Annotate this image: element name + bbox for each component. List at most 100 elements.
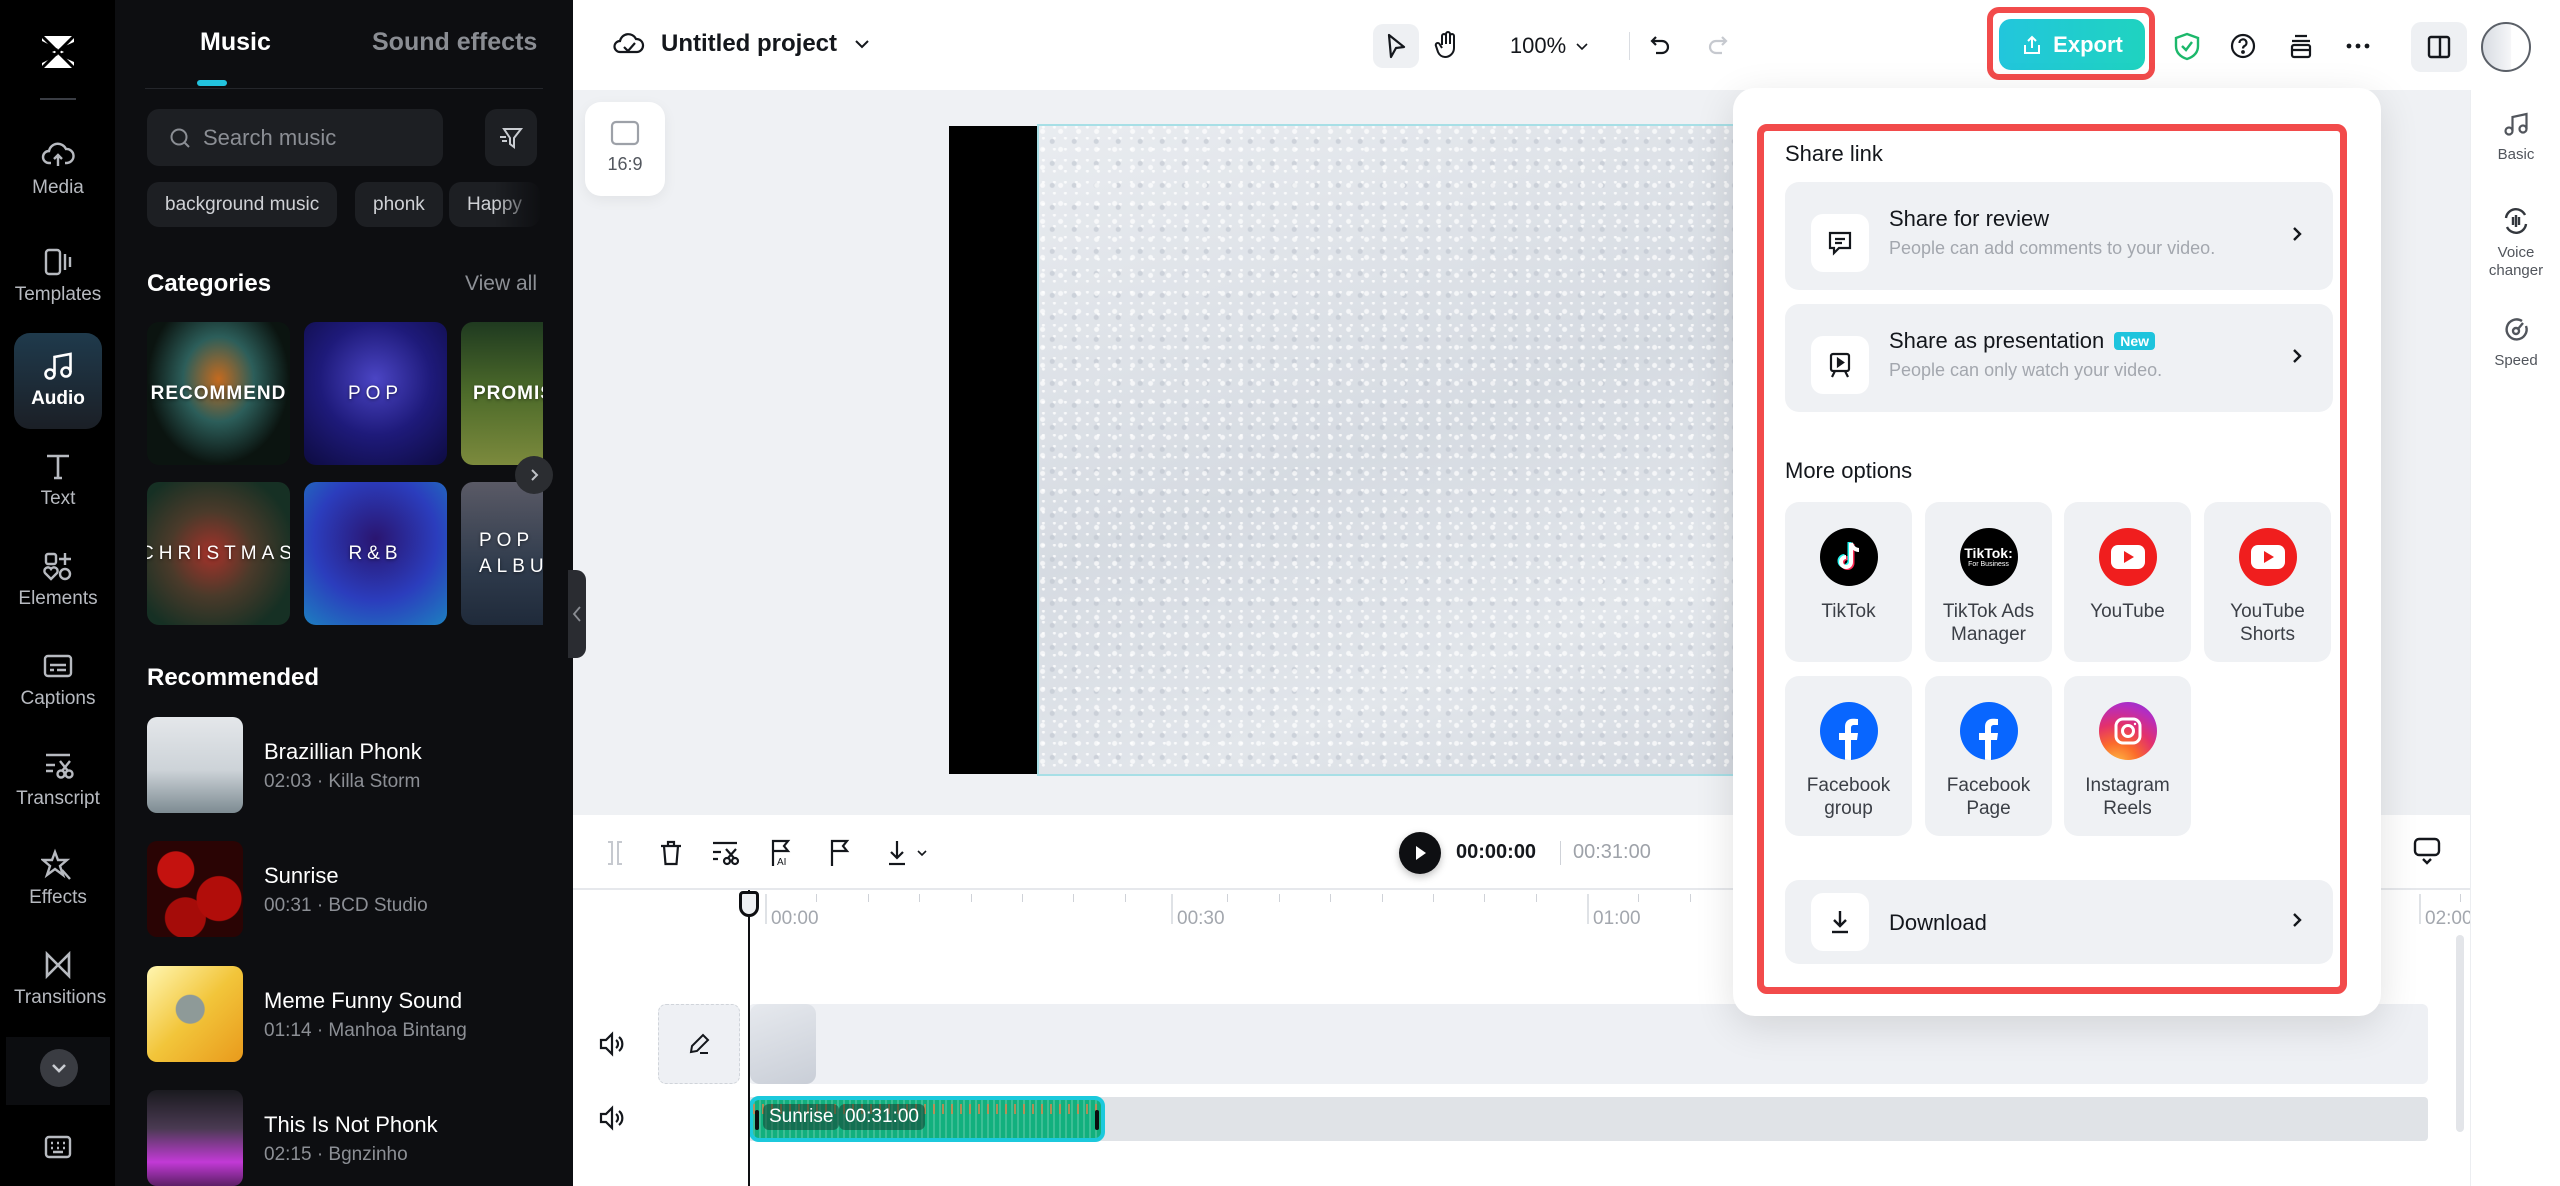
chip-phonk[interactable]: phonk [355, 182, 443, 227]
ruler-label: 01:00 [1593, 908, 1641, 929]
rail-item-media[interactable]: Media [14, 122, 102, 212]
platform-tiktok-ads-manager[interactable]: TikTok: For Business TikTok Ads Manager [1925, 502, 2052, 662]
cloud-upload-icon [41, 138, 75, 172]
platform-youtube[interactable]: YouTube [2064, 502, 2191, 662]
platform-facebook-group[interactable]: Facebook group [1785, 676, 1912, 836]
edit-cover-button[interactable] [658, 1004, 740, 1084]
ruler-tick [1638, 894, 1640, 902]
rail-item-transcript[interactable]: Transcript [14, 733, 102, 823]
view-all-link[interactable]: View all [465, 272, 537, 296]
preview-captions-icon[interactable] [2411, 835, 2447, 871]
user-avatar[interactable] [2481, 22, 2531, 72]
share-option-desc: People can only watch your video. [1889, 360, 2163, 380]
rail-label: Effects [29, 887, 87, 908]
tab-sound-effects[interactable]: Sound effects [372, 28, 537, 57]
play-button[interactable] [1399, 832, 1441, 874]
track-item[interactable]: Brazillian Phonk 02:03 · Killa Storm [147, 717, 543, 813]
export-button[interactable]: Export [1999, 19, 2145, 70]
rail-item-templates[interactable]: Templates [14, 229, 102, 319]
rail-item-transitions[interactable]: Transitions [14, 932, 106, 1022]
video-clip[interactable] [750, 1004, 816, 1084]
redo-button[interactable] [1697, 24, 1737, 68]
chevron-left-icon [572, 606, 581, 622]
audio-track-volume-icon[interactable] [597, 1103, 627, 1133]
audio-clip[interactable]: Sunrise 00:31:00 [749, 1096, 1105, 1142]
download-option[interactable]: Download [1785, 880, 2333, 964]
effects-icon [41, 848, 75, 882]
playhead[interactable] [748, 890, 750, 1186]
capcut-logo-icon[interactable] [36, 30, 80, 74]
chevron-right-icon [2293, 227, 2302, 241]
rail-item-elements[interactable]: Elements [14, 533, 102, 623]
zoom-level-dropdown[interactable]: 100% [1505, 24, 1595, 68]
track-thumbnail [147, 717, 243, 813]
ruler-tick [867, 894, 869, 902]
sidepanel-voice-changer[interactable]: Voice changer [2471, 206, 2560, 280]
categories-next-button[interactable] [515, 456, 553, 494]
layout-toggle-button[interactable] [2411, 22, 2467, 72]
expand-rail-button[interactable] [40, 1049, 78, 1087]
pencil-icon [689, 1033, 710, 1054]
flag-marker-icon[interactable] [821, 835, 857, 871]
video-track-volume-icon[interactable] [597, 1029, 627, 1059]
category-pop[interactable]: POP [304, 322, 447, 465]
aspect-ratio-button[interactable]: 16:9 [585, 102, 665, 196]
rail-label: Templates [14, 284, 102, 305]
platform-tiktok[interactable]: TikTok [1785, 502, 1912, 662]
rail-item-captions[interactable]: Captions [14, 633, 102, 723]
keyboard-shortcuts-icon[interactable] [38, 1133, 78, 1163]
help-icon[interactable] [2223, 26, 2263, 66]
cut-audio-icon[interactable] [707, 835, 743, 871]
clip-trim-handle-left[interactable] [755, 1110, 759, 1130]
rail-label: Captions [20, 688, 96, 709]
track-item[interactable]: Sunrise 00:31 · BCD Studio [147, 841, 543, 937]
ai-marker-icon[interactable]: AI [763, 835, 799, 871]
timeline-scrollbar[interactable] [2456, 935, 2464, 1132]
aspect-ratio-label: 16:9 [607, 154, 643, 174]
chevron-right-icon [2293, 349, 2302, 363]
search-music-input[interactable] [203, 124, 423, 151]
rail-item-text[interactable]: Text [14, 433, 102, 523]
tab-music[interactable]: Music [200, 28, 271, 57]
security-shield-icon[interactable] [2167, 26, 2207, 66]
category-recommend[interactable]: RECOMMEND [147, 322, 290, 465]
stack-icon[interactable] [2281, 26, 2321, 66]
track-item[interactable]: This Is Not Phonk 02:15 · Bgnzinho [147, 1090, 543, 1186]
download-dropdown[interactable] [879, 835, 935, 871]
rail-item-audio[interactable]: Audio [14, 333, 102, 429]
clip-trim-handle-right[interactable] [1095, 1110, 1099, 1130]
platform-facebook-page[interactable]: Facebook Page [1925, 676, 2052, 836]
category-rnb[interactable]: R&B [304, 482, 447, 625]
track-title: This Is Not Phonk [264, 1112, 438, 1137]
project-menu[interactable]: Untitled project [613, 28, 871, 60]
category-christmas[interactable]: CHRISTMAS [147, 482, 290, 625]
share-for-review-option[interactable]: Share for review People can add comments… [1785, 182, 2333, 290]
undo-button[interactable] [1641, 24, 1681, 68]
search-music-field[interactable] [147, 109, 443, 166]
platform-youtube-shorts[interactable]: YouTube Shorts [2204, 502, 2331, 662]
instagram-icon [2098, 702, 2157, 760]
sidepanel-basic[interactable]: Basic [2471, 110, 2560, 164]
categories-title: Categories [147, 270, 272, 297]
select-tool-button[interactable] [1373, 24, 1419, 68]
chip-background-music[interactable]: background music [147, 182, 338, 227]
hand-tool-button[interactable] [1425, 24, 1469, 68]
collapse-panel-handle[interactable] [568, 570, 586, 658]
rail-item-effects[interactable]: Effects [14, 832, 102, 922]
filter-button[interactable] [485, 109, 537, 166]
playhead-handle[interactable] [739, 891, 759, 917]
delete-icon[interactable] [653, 835, 689, 871]
cloud-saved-icon [613, 33, 645, 54]
split-icon[interactable] [597, 835, 633, 871]
category-promise[interactable]: PROMISE [461, 322, 543, 465]
platform-instagram-reels[interactable]: Instagram Reels [2064, 676, 2191, 836]
project-name: Untitled project [661, 30, 838, 57]
track-item[interactable]: Meme Funny Sound 01:14 · Manhoa Bintang [147, 966, 543, 1062]
tiktok-business-icon: TikTok: For Business [1959, 528, 2018, 586]
share-as-presentation-option[interactable]: Share as presentation New People can only… [1785, 304, 2333, 412]
more-options-icon[interactable] [2338, 26, 2378, 66]
category-pop-album[interactable]: POP ALBUM [461, 482, 543, 625]
text-icon [41, 449, 75, 483]
chip-scroll-fade [495, 182, 543, 227]
sidepanel-speed[interactable]: Speed [2471, 316, 2560, 370]
